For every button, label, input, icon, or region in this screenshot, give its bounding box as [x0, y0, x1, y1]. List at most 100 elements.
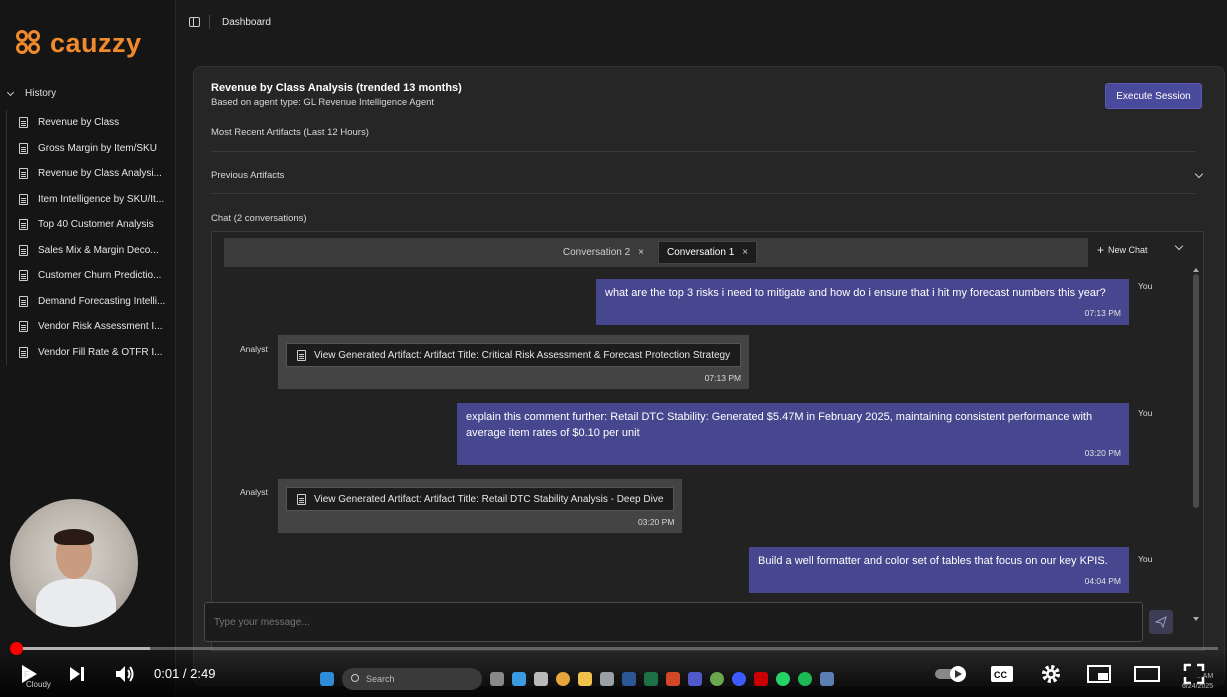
whatsapp-icon[interactable] [776, 672, 790, 686]
sidebar-toggle-icon[interactable] [189, 17, 200, 27]
tab-conversation-1[interactable]: Conversation 1 × [658, 241, 758, 264]
history-item[interactable]: Vendor Fill Rate & OTFR I... [19, 340, 174, 366]
clock-date: 6/24/2025 [1182, 683, 1214, 690]
history-item[interactable]: Sales Mix & Margin Deco... [19, 238, 174, 264]
history-item[interactable]: Vendor Risk Assessment I... [19, 314, 174, 340]
send-icon [1155, 616, 1167, 628]
history-item-label: Revenue by Class Analysi... [38, 168, 162, 180]
scroll-down-arrow[interactable] [1193, 617, 1199, 621]
chrome-icon[interactable] [556, 672, 570, 686]
chat-label: Chat (2 conversations) [211, 213, 307, 224]
task-view-icon[interactable] [490, 672, 504, 686]
new-chat-button[interactable]: + New Chat [1097, 244, 1148, 256]
history-item-label: Gross Margin by Item/SKU [38, 142, 157, 154]
close-icon[interactable]: × [742, 247, 748, 258]
message-list[interactable]: what are the top 3 risks i need to mitig… [212, 272, 1192, 650]
message-input[interactable] [204, 602, 1143, 642]
message-time: 03:20 PM [1084, 448, 1121, 458]
chevron-down-icon[interactable] [1194, 169, 1204, 179]
captions-button[interactable]: CC [990, 664, 1014, 684]
video-time: 0:01 / 2:49 [154, 666, 215, 681]
view-artifact-button[interactable]: View Generated Artifact: Artifact Title:… [286, 343, 742, 367]
breadcrumb[interactable]: Dashboard [222, 17, 271, 28]
previous-artifacts-toggle[interactable]: Previous Artifacts [211, 170, 284, 181]
theater-mode-button[interactable] [1133, 664, 1161, 684]
powerpoint-icon[interactable] [666, 672, 680, 686]
history-item[interactable]: Gross Margin by Item/SKU [19, 136, 174, 162]
divider [211, 151, 1196, 152]
history-item[interactable]: Item Intelligence by SKU/It... [19, 187, 174, 213]
taskbar-search[interactable]: Search [342, 668, 482, 690]
execute-session-button[interactable]: Execute Session [1105, 83, 1202, 109]
next-button[interactable] [68, 665, 86, 683]
history-list: Revenue by Class Gross Margin by Item/SK… [6, 110, 174, 365]
history-item[interactable]: Customer Churn Predictio... [19, 263, 174, 289]
send-button[interactable] [1149, 610, 1173, 634]
app-icon[interactable] [710, 672, 724, 686]
user-message: Build a well formatter and color set of … [749, 547, 1129, 593]
app-icon[interactable] [820, 672, 834, 686]
word-icon[interactable] [622, 672, 636, 686]
brand-logo[interactable]: cauzzy [16, 28, 142, 59]
history-item[interactable]: Revenue by Class [19, 110, 174, 136]
tab-conversation-2[interactable]: Conversation 2 × [555, 241, 652, 264]
webcam-overlay [10, 499, 138, 627]
video-scrubber[interactable] [10, 642, 23, 655]
weather-widget[interactable]: F Cloudy [8, 670, 51, 690]
history-item-label: Top 40 Customer Analysis [38, 219, 154, 231]
document-icon [297, 349, 306, 361]
analyst-message: View Generated Artifact: Artifact Title:… [278, 479, 683, 533]
copilot-icon[interactable] [512, 672, 526, 686]
chevron-down-icon [6, 88, 15, 96]
close-icon[interactable]: × [638, 247, 644, 258]
history-toggle[interactable]: History [4, 88, 56, 99]
message-time: 04:04 PM [1084, 576, 1121, 586]
miniplayer-button[interactable] [1086, 664, 1112, 684]
tab-label: Conversation 1 [667, 247, 735, 258]
youtube-icon[interactable] [754, 672, 768, 686]
windows-start-icon[interactable] [320, 672, 334, 686]
video-current-time: 0:01 [154, 666, 180, 681]
view-artifact-button[interactable]: View Generated Artifact: Artifact Title:… [286, 487, 675, 511]
history-item[interactable]: Top 40 Customer Analysis [19, 212, 174, 238]
excel-icon[interactable] [644, 672, 658, 686]
chevron-down-icon[interactable] [1174, 241, 1184, 251]
history-item-label: Demand Forecasting Intelli... [38, 295, 166, 307]
teams-icon[interactable] [688, 672, 702, 686]
new-chat-label: New Chat [1108, 245, 1148, 255]
message-text: Build a well formatter and color set of … [758, 555, 1108, 567]
history-item-label: Vendor Fill Rate & OTFR I... [38, 346, 163, 358]
svg-text:CC: CC [994, 670, 1007, 680]
document-icon [19, 270, 28, 282]
message-author: Analyst [240, 344, 268, 354]
video-time-separator: / [179, 666, 191, 681]
main-content: Revenue by Class Analysis (trended 13 mo… [176, 46, 1227, 697]
calculator-icon[interactable] [600, 672, 614, 686]
volume-button[interactable] [114, 664, 136, 684]
autoplay-toggle[interactable] [934, 665, 970, 683]
document-icon [19, 117, 28, 129]
snipping-icon[interactable] [534, 672, 548, 686]
file-explorer-icon[interactable] [578, 672, 592, 686]
search-icon [351, 674, 359, 682]
user-message: explain this comment further: Retail DTC… [457, 403, 1129, 465]
recent-artifacts-label: Most Recent Artifacts (Last 12 Hours) [211, 127, 369, 138]
session-subtitle: Based on agent type: GL Revenue Intellig… [211, 97, 435, 108]
app-icon[interactable] [732, 672, 746, 686]
document-icon [19, 346, 28, 358]
history-item[interactable]: Demand Forecasting Intelli... [19, 289, 174, 315]
search-placeholder: Search [366, 674, 395, 684]
spotify-icon[interactable] [798, 672, 812, 686]
session-card: Revenue by Class Analysis (trended 13 mo… [193, 66, 1225, 686]
tab-label: Conversation 2 [562, 247, 631, 258]
weather-temp: F [24, 670, 29, 679]
scroll-up-arrow[interactable] [1193, 268, 1199, 272]
clock-time: ...AM [1196, 673, 1214, 680]
settings-button[interactable] [1040, 663, 1062, 685]
topbar: Dashboard [176, 0, 1227, 46]
history-item[interactable]: Revenue by Class Analysi... [19, 161, 174, 187]
video-progress-track[interactable] [12, 647, 1218, 650]
chat-scrollbar[interactable] [1193, 274, 1199, 508]
document-icon [297, 493, 306, 505]
message-text: explain this comment further: Retail DTC… [466, 411, 1093, 439]
